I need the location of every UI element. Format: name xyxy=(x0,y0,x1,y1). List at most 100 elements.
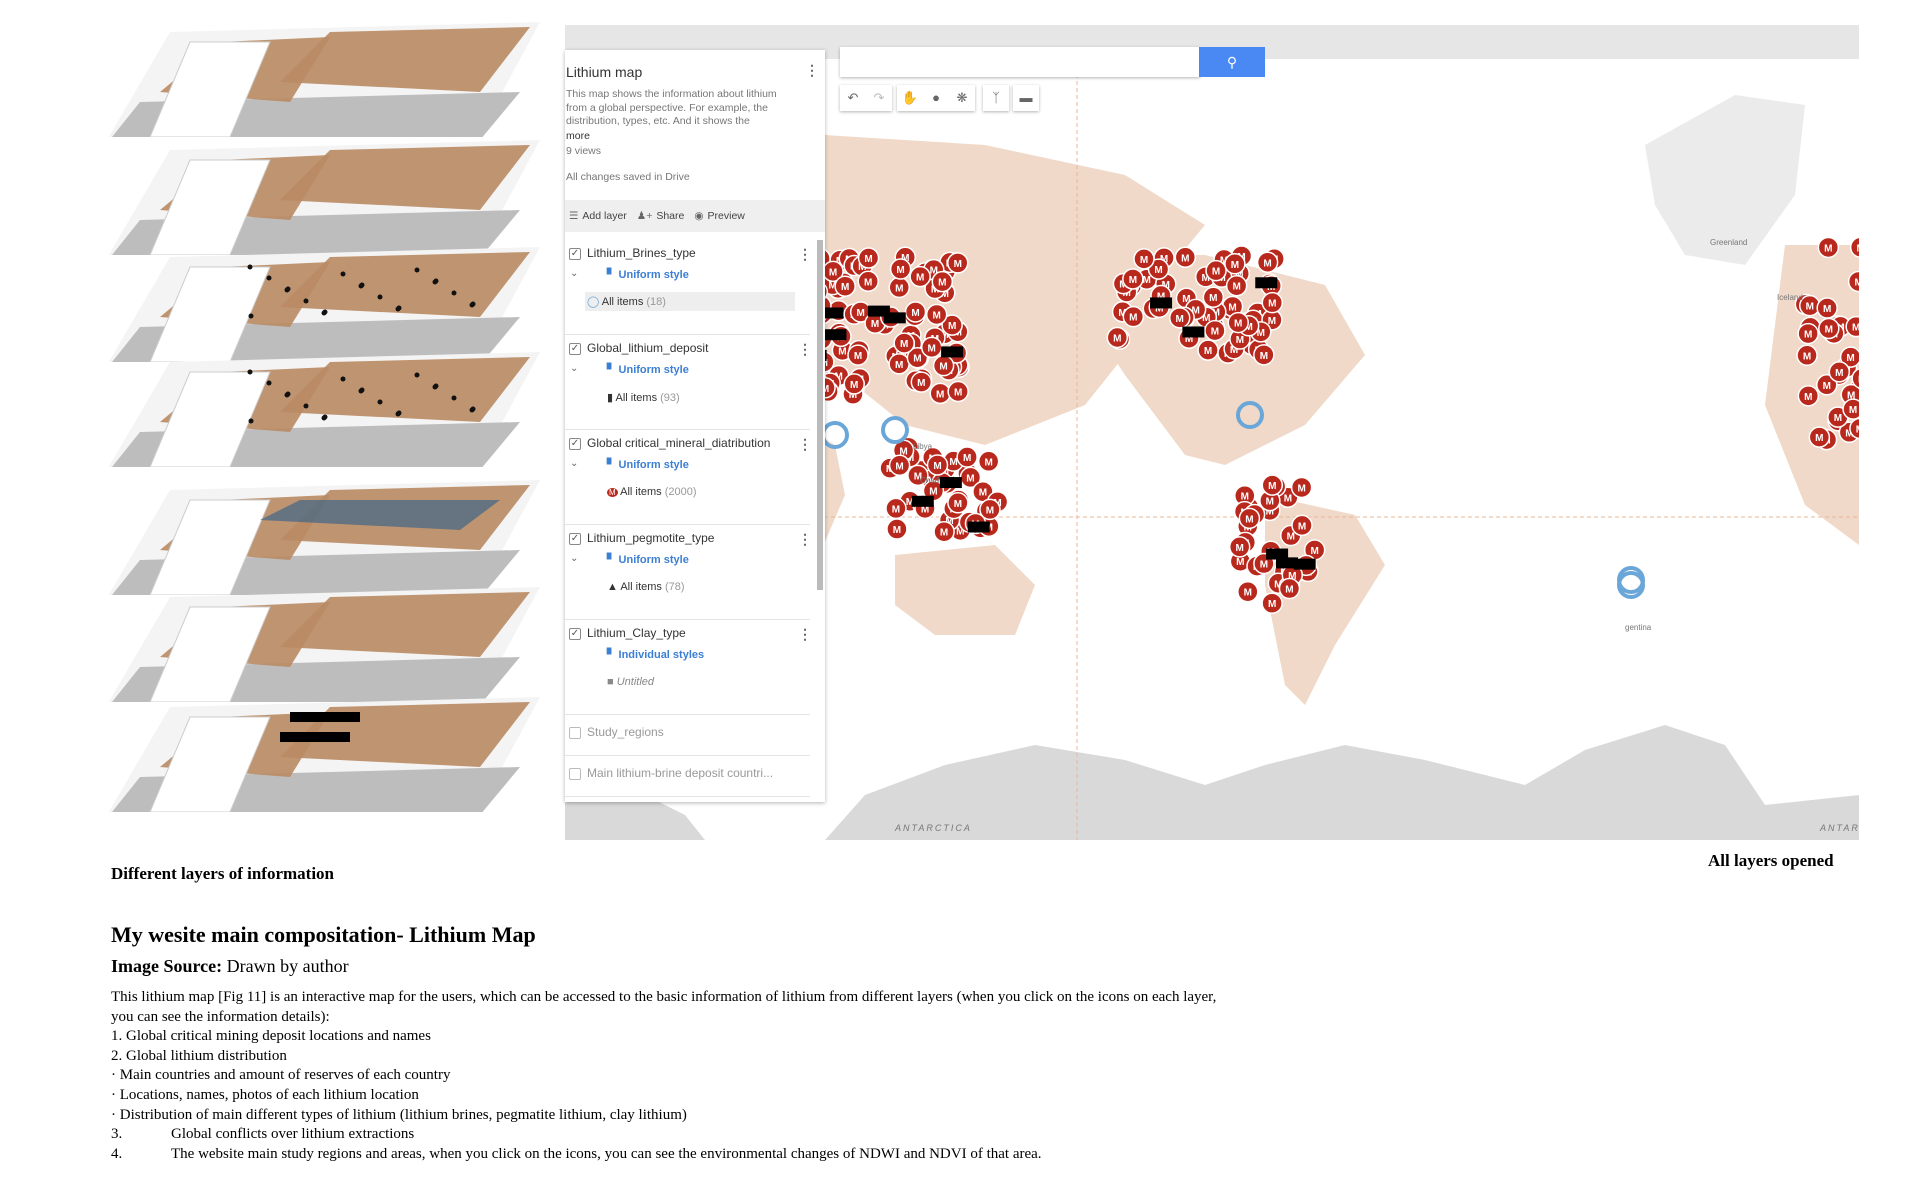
chevron-down-icon[interactable]: ⌄ xyxy=(570,268,578,279)
m-marker-icon[interactable]: M xyxy=(1797,322,1819,345)
m-marker-icon[interactable]: M xyxy=(1261,592,1283,614)
m-marker-icon[interactable]: M xyxy=(920,336,943,359)
m-marker-icon[interactable]: M xyxy=(931,270,954,293)
m-marker-icon[interactable]: M xyxy=(893,332,915,354)
layer-checkbox[interactable]: ✓ xyxy=(569,628,581,640)
m-marker-icon[interactable]: M xyxy=(1261,291,1284,314)
m-marker-icon[interactable]: M xyxy=(888,454,911,477)
m-marker-icon[interactable]: M xyxy=(1122,268,1144,290)
m-marker-icon[interactable]: M xyxy=(1197,339,1219,361)
battery-icon[interactable] xyxy=(967,521,990,533)
m-marker-icon[interactable]: M xyxy=(956,446,978,468)
more-link[interactable]: more xyxy=(566,130,590,142)
m-marker-icon[interactable]: M xyxy=(1168,307,1191,329)
m-marker-icon[interactable]: M xyxy=(1253,344,1275,366)
layer-name[interactable]: Lithium_Brines_type xyxy=(587,246,696,260)
battery-icon[interactable] xyxy=(883,312,906,324)
layer-style-button[interactable]: ▘ Uniform style xyxy=(607,363,689,376)
layer-options-icon[interactable]: ⋮ xyxy=(798,246,812,262)
m-marker-icon[interactable]: M xyxy=(947,492,969,514)
m-marker-icon[interactable]: M xyxy=(857,270,879,293)
draw-line-icon[interactable]: ❋ xyxy=(949,85,975,111)
m-marker-icon[interactable]: M xyxy=(1845,315,1859,338)
scrollbar[interactable] xyxy=(817,240,823,590)
layer-style-button[interactable]: ▘ Individual styles xyxy=(607,648,704,661)
layer-name[interactable]: Global_lithium_deposit xyxy=(587,341,708,355)
layer-checkbox[interactable] xyxy=(569,768,581,780)
battery-icon[interactable] xyxy=(1182,326,1205,338)
layer-name[interactable]: Study_regions xyxy=(587,725,664,739)
m-marker-icon[interactable]: M xyxy=(886,518,908,540)
m-marker-icon[interactable]: M xyxy=(1816,297,1838,319)
m-marker-icon[interactable]: M xyxy=(888,276,910,299)
m-marker-icon[interactable]: M xyxy=(1133,248,1155,270)
m-marker-icon[interactable]: M xyxy=(1290,476,1313,499)
layer-style-button[interactable]: ▘ Uniform style xyxy=(607,553,689,566)
m-marker-icon[interactable]: M xyxy=(1817,236,1840,259)
m-marker-icon[interactable]: M xyxy=(1227,311,1249,334)
m-marker-icon[interactable]: M xyxy=(1797,385,1820,407)
m-marker-icon[interactable]: M xyxy=(885,497,907,520)
layer-checkbox[interactable]: ✓ xyxy=(569,248,581,260)
m-marker-icon[interactable]: M xyxy=(1228,536,1251,558)
m-marker-icon[interactable]: M xyxy=(889,258,912,280)
layer-options-icon[interactable]: ⋮ xyxy=(798,341,812,357)
battery-icon[interactable] xyxy=(941,346,964,358)
layer-name[interactable]: Main lithium-brine deposit countri... xyxy=(587,766,773,780)
layer-name[interactable]: Global critical_mineral_diatribution xyxy=(587,436,770,450)
ruler-icon[interactable]: ▬ xyxy=(1013,85,1039,111)
layer-checkbox[interactable] xyxy=(569,727,581,739)
search-button[interactable]: ⚲ xyxy=(1199,47,1265,77)
m-marker-icon[interactable]: M xyxy=(925,303,948,326)
layer-items[interactable]: ◯ All items (18) xyxy=(585,292,795,311)
m-marker-icon[interactable]: M xyxy=(1224,253,1246,275)
m-marker-icon[interactable]: M xyxy=(857,247,880,269)
m-marker-icon[interactable]: M xyxy=(1291,514,1313,537)
battery-icon[interactable] xyxy=(1150,297,1173,309)
hand-icon[interactable]: ✋ xyxy=(897,85,923,111)
undo-icon[interactable]: ↶ xyxy=(840,85,866,111)
m-marker-icon[interactable]: M xyxy=(1256,251,1279,274)
layer-style-button[interactable]: ▘ Uniform style xyxy=(607,268,689,281)
layer-style-button[interactable]: ▘ Uniform style xyxy=(607,458,689,471)
m-marker-icon[interactable]: M xyxy=(1842,398,1859,420)
m-marker-icon[interactable]: M xyxy=(1205,259,1227,282)
m-marker-icon[interactable]: M xyxy=(1122,305,1145,328)
redo-icon[interactable]: ↷ xyxy=(866,85,892,111)
battery-icon[interactable] xyxy=(911,495,934,507)
m-marker-icon[interactable]: M xyxy=(909,265,931,288)
layer-items[interactable]: M All items (2000) xyxy=(607,486,697,498)
m-marker-icon[interactable]: M xyxy=(834,275,856,297)
m-marker-icon[interactable]: M xyxy=(1808,426,1831,448)
battery-icon[interactable] xyxy=(939,477,962,489)
m-marker-icon[interactable]: M xyxy=(1238,507,1261,530)
battery-icon[interactable] xyxy=(824,329,847,341)
m-marker-icon[interactable]: M xyxy=(933,520,955,543)
share-button[interactable]: ♟+ Share xyxy=(637,210,685,222)
m-marker-icon[interactable]: M xyxy=(904,301,927,323)
layer-items[interactable]: ▮ All items (93) xyxy=(607,391,680,404)
layer-options-icon[interactable]: ⋮ xyxy=(798,626,812,642)
m-marker-icon[interactable]: M xyxy=(1261,474,1284,496)
marker-icon[interactable]: ● xyxy=(923,85,949,111)
m-marker-icon[interactable]: M xyxy=(1225,274,1248,297)
directions-icon[interactable]: ᛉ xyxy=(983,85,1009,111)
m-marker-icon[interactable]: M xyxy=(843,373,865,395)
layer-items[interactable]: ■ Untitled xyxy=(607,676,654,688)
layer-checkbox[interactable]: ✓ xyxy=(569,438,581,450)
water-drop-icon[interactable] xyxy=(821,421,849,449)
m-marker-icon[interactable]: M xyxy=(1237,580,1259,603)
m-marker-icon[interactable]: M xyxy=(1796,344,1818,367)
layer-items[interactable]: ▲ All items (78) xyxy=(607,581,685,593)
layer-options-icon[interactable]: ⋮ xyxy=(798,436,812,452)
m-marker-icon[interactable]: M xyxy=(1818,317,1840,340)
battery-icon[interactable] xyxy=(1266,548,1289,560)
layer-name[interactable]: Lithium_pegmotite_type xyxy=(587,531,714,545)
more-options-icon[interactable]: ⋮ xyxy=(805,62,819,78)
m-marker-icon[interactable]: M xyxy=(947,380,969,403)
m-marker-icon[interactable]: M xyxy=(1828,361,1851,383)
m-marker-icon[interactable]: M xyxy=(947,252,969,274)
m-marker-icon[interactable]: M xyxy=(847,344,869,366)
m-marker-icon[interactable]: M xyxy=(929,382,951,405)
search-input[interactable] xyxy=(840,47,1200,77)
